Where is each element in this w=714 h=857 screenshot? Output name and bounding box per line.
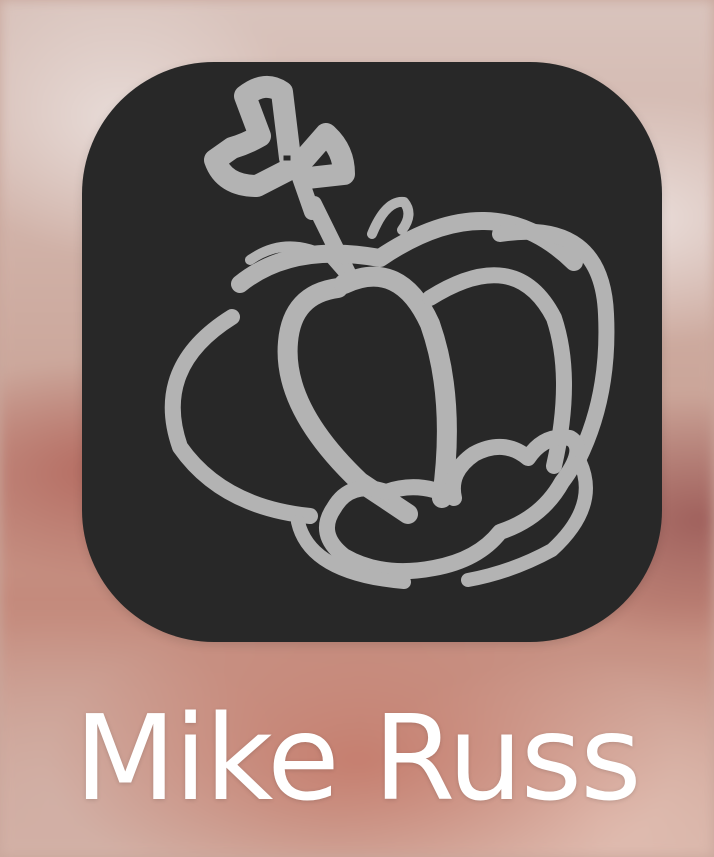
- app-icon-button[interactable]: [82, 62, 662, 642]
- crown-icon: [164, 75, 615, 589]
- app-name-label: Mike Russ: [74, 689, 641, 827]
